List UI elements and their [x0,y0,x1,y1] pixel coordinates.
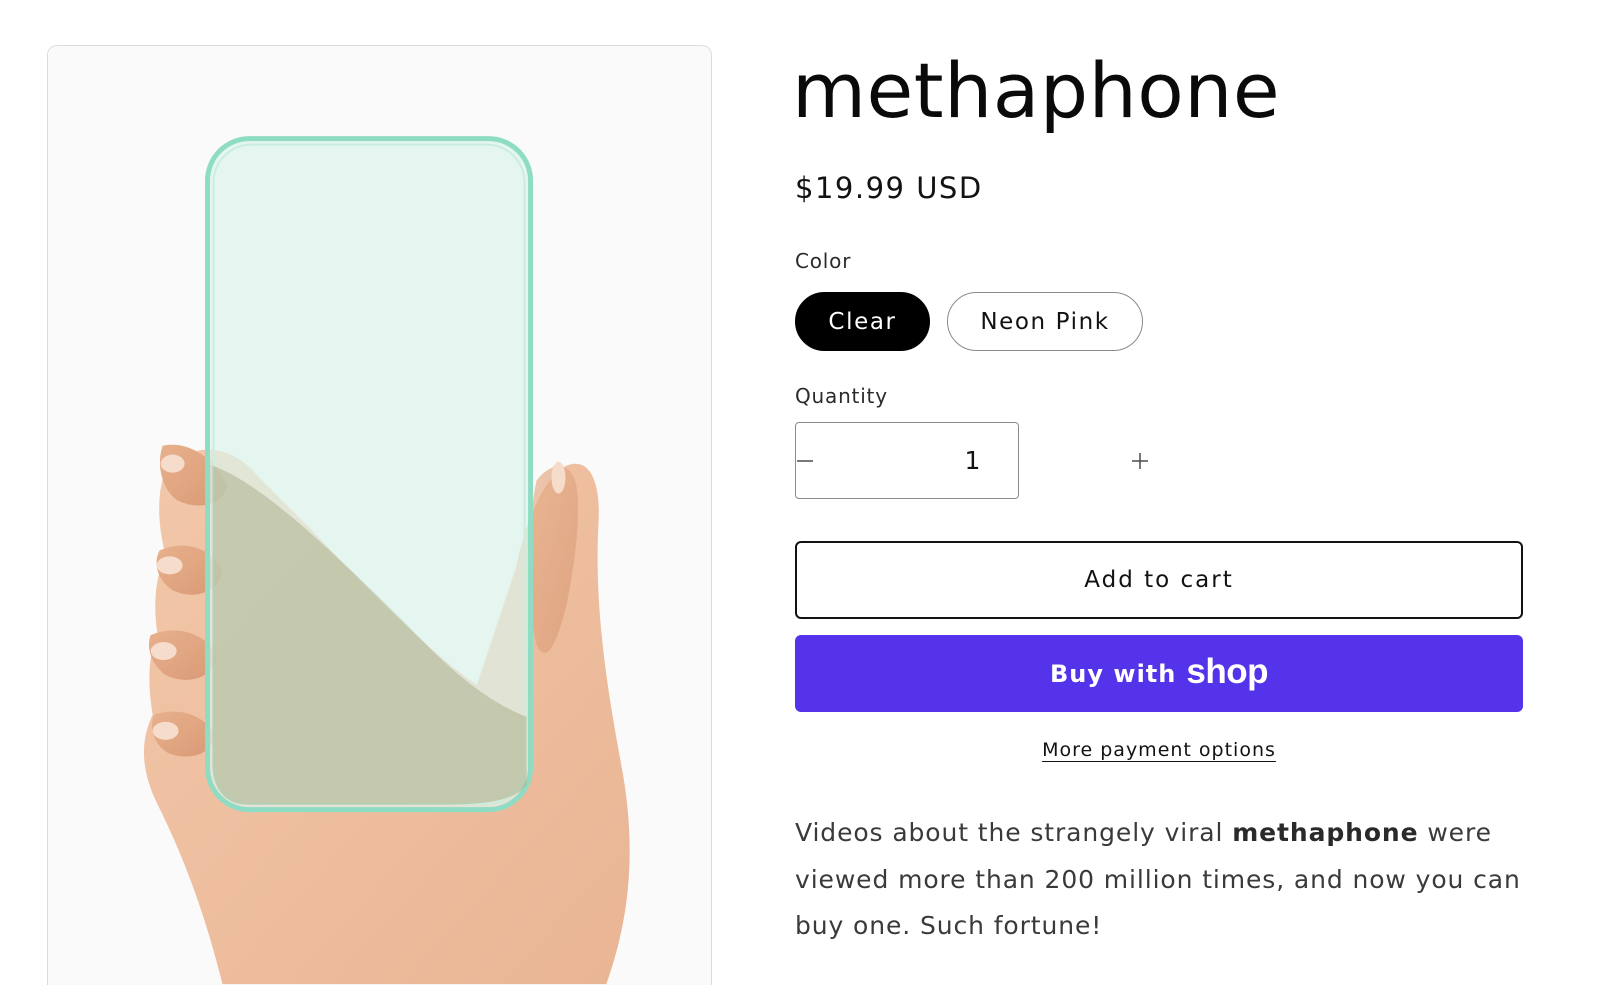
quantity-input[interactable] [814,446,1131,475]
product-image[interactable] [47,45,712,985]
color-option-neon-pink[interactable]: Neon Pink [947,292,1143,351]
more-payment-options: More payment options [795,739,1523,761]
more-payment-options-link[interactable]: More payment options [1042,739,1276,761]
quantity-stepper [795,422,1148,499]
buy-with-shop-button[interactable]: Buy with shop [795,635,1523,712]
decrease-quantity-button[interactable] [796,423,814,498]
product-title: methaphone [792,46,1281,135]
plus-icon [1132,452,1148,469]
product-description: Videos about the strangely viral methaph… [795,810,1535,950]
color-label: Color [795,249,852,273]
quantity-label: Quantity [795,384,888,408]
increase-quantity-button[interactable] [1131,423,1149,498]
minus-icon [797,459,813,462]
color-option-clear[interactable]: Clear [795,292,930,351]
buy-with-label: Buy with [1050,659,1177,688]
description-product-name: methaphone [1232,818,1419,847]
description-text-start: Videos about the strangely viral [795,818,1233,847]
color-options: Clear Neon Pink [795,292,1143,351]
product-price: $19.99 USD [795,171,983,205]
shop-pay-logo: shop [1186,651,1268,691]
product-photo-hand-holding-clear-phone [48,46,711,985]
add-to-cart-button[interactable]: Add to cart [795,541,1523,619]
